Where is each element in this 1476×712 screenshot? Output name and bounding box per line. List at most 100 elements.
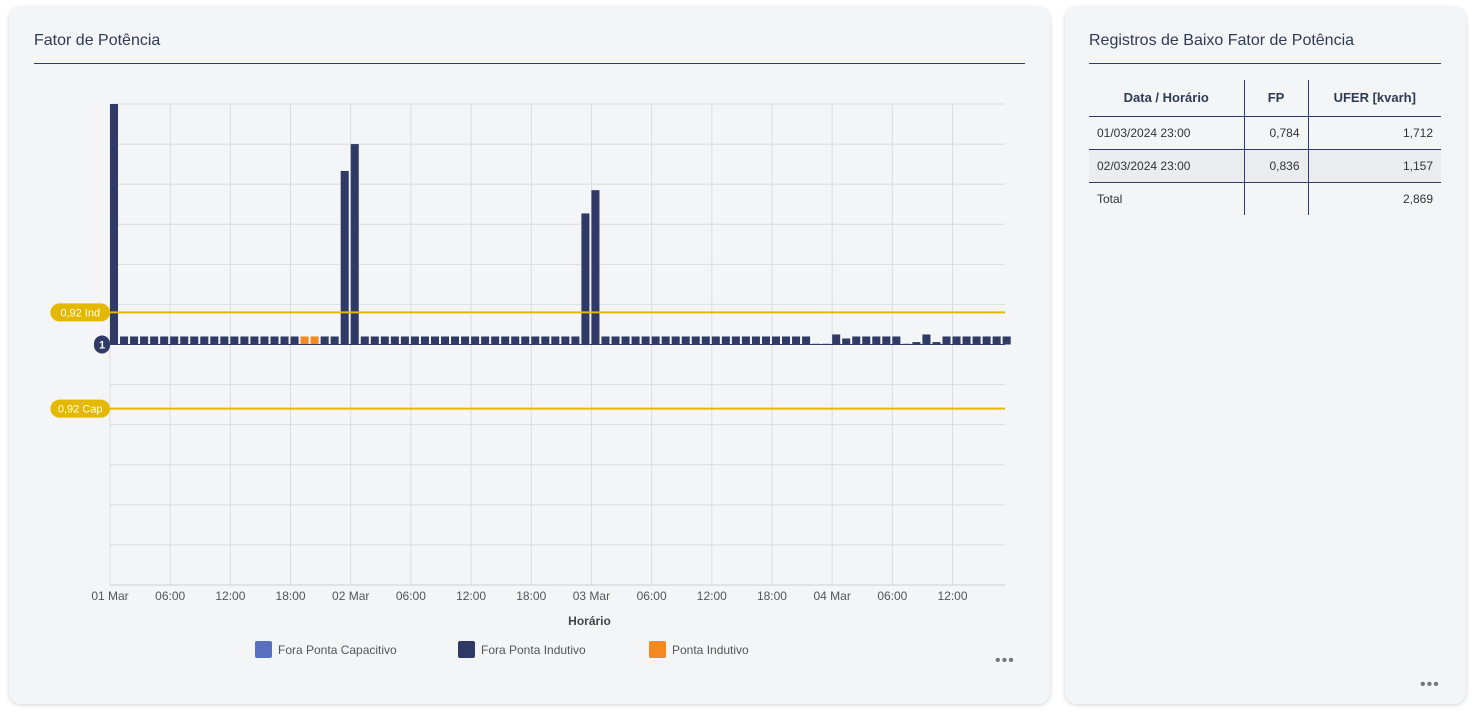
chart-bar [340, 170, 349, 345]
chart-bar [170, 336, 179, 345]
power-factor-card: Fator de Potência 01 Mar 06:00 12:00 18:00 0… [9, 7, 1050, 704]
table-row: 02/03/2024 23:00 0,836 1,157 [1089, 149, 1441, 183]
legend-swatch [255, 641, 272, 658]
legend-item-ponta-indutivo[interactable]: Ponta Indutivo [649, 641, 749, 658]
chart-bar [360, 336, 369, 345]
cell-ufer: 1,157 [1307, 149, 1441, 183]
chart-bar [862, 336, 871, 345]
chart-bar [611, 336, 620, 345]
legend-item-fora-ponta-indutivo[interactable]: Fora Ponta Indutivo [458, 641, 586, 658]
chart-bar [400, 336, 409, 345]
x-tick-label: 18:00 [516, 589, 546, 603]
chart-bar [561, 336, 570, 345]
legend-swatch [458, 641, 475, 658]
chart-bar [190, 336, 199, 345]
chart-bar [430, 336, 439, 345]
low-power-factor-records-card: Registros de Baixo Fator de Potência Dat… [1065, 7, 1466, 704]
chart-bar [711, 336, 720, 345]
table-title: Registros de Baixo Fator de Potência [1089, 32, 1355, 49]
chart-bar [481, 336, 490, 345]
column-header-date[interactable]: Data / Horário [1089, 80, 1244, 117]
chart-bar [380, 336, 389, 345]
chart-bar [390, 336, 399, 345]
chart-bar [972, 336, 981, 345]
x-tick-label: 03 Mar [573, 589, 610, 603]
chart-bar [982, 336, 991, 345]
chart-bar [621, 336, 630, 345]
legend-swatch [649, 641, 666, 658]
chart-bar [451, 336, 460, 345]
chart-bar [440, 336, 450, 345]
chart-bar [721, 336, 730, 345]
chart-bar [531, 336, 540, 345]
chart-bar [220, 336, 229, 345]
chart-bar [661, 336, 670, 345]
reference-line-label: 0,92 Cap [58, 404, 103, 416]
power-factor-chart: 01 Mar 06:00 12:00 18:00 02 Mar 06:00 12:00 18:… [50, 103, 1011, 627]
chart-bar [651, 336, 660, 345]
legend-label: Ponta Indutivo [672, 642, 749, 657]
chart-bar [842, 338, 851, 345]
chart-bar [210, 336, 219, 345]
chart-bar [280, 336, 289, 345]
chart-bar [501, 336, 510, 345]
chart-bar [882, 336, 891, 345]
chart-bar [300, 336, 309, 345]
chart-bar [761, 336, 770, 345]
chart-bar [230, 336, 239, 345]
chart-bar [691, 336, 700, 345]
chart-bar [952, 336, 961, 345]
chart-bar [992, 336, 1001, 345]
column-header-ufer[interactable]: UFER [kvarh] [1307, 80, 1441, 117]
cell-date: 01/03/2024 23:00 [1089, 116, 1244, 150]
chart-bar [581, 213, 590, 345]
x-tick-label: 18:00 [276, 589, 306, 603]
chart-bar [671, 336, 680, 345]
chart-bar [180, 336, 189, 345]
legend-label: Fora Ponta Indutivo [481, 642, 586, 657]
chart-bar [521, 336, 530, 345]
chart-bar [160, 336, 169, 345]
chart-bar [641, 336, 650, 345]
chart-bar [571, 336, 580, 345]
x-tick-label: 06:00 [155, 589, 185, 603]
chart-bar [741, 336, 750, 345]
baseline-label: 1 [99, 340, 105, 352]
chart-bar [782, 336, 791, 345]
chart-bar [150, 336, 159, 345]
chart-bar [320, 336, 329, 345]
chart-bar [350, 144, 359, 345]
column-header-fp[interactable]: FP [1243, 80, 1308, 117]
x-tick-label: 12:00 [938, 589, 968, 603]
cell-ufer: 1,712 [1307, 116, 1441, 150]
chart-bar [631, 336, 640, 345]
table-more-options-button[interactable]: ••• [1420, 677, 1440, 693]
chart-bar [922, 334, 931, 345]
chart-bar [551, 336, 560, 345]
chart-bar [541, 336, 550, 345]
title-divider [1089, 63, 1441, 64]
chart-bar [591, 190, 600, 345]
legend-item-fora-ponta-capacitivo[interactable]: Fora Ponta Capacitivo [255, 641, 397, 658]
chart-bar [471, 336, 480, 345]
table-row: 01/03/2024 23:00 0,784 1,712 [1089, 116, 1441, 150]
chart-bar [310, 336, 319, 345]
chart-bar [511, 336, 520, 345]
x-tick-label: 01 Mar [91, 589, 128, 603]
chart-bar [731, 336, 740, 345]
x-tick-label: 06:00 [877, 589, 907, 603]
x-tick-label: 06:00 [396, 589, 426, 603]
legend-label: Fora Ponta Capacitivo [278, 642, 397, 657]
cell-total-ufer: 2,869 [1307, 182, 1441, 215]
cell-date: 02/03/2024 23:00 [1089, 149, 1244, 183]
x-tick-label: 06:00 [637, 589, 667, 603]
chart-bar [420, 336, 429, 345]
chart-more-options-button[interactable]: ••• [995, 653, 1015, 669]
chart-bar [290, 336, 299, 345]
chart-bar [270, 336, 279, 345]
chart-bar [120, 336, 129, 345]
chart-bar [942, 336, 951, 345]
chart-bar [892, 336, 901, 345]
chart-bar [410, 336, 419, 345]
x-tick-label: 12:00 [215, 589, 245, 603]
